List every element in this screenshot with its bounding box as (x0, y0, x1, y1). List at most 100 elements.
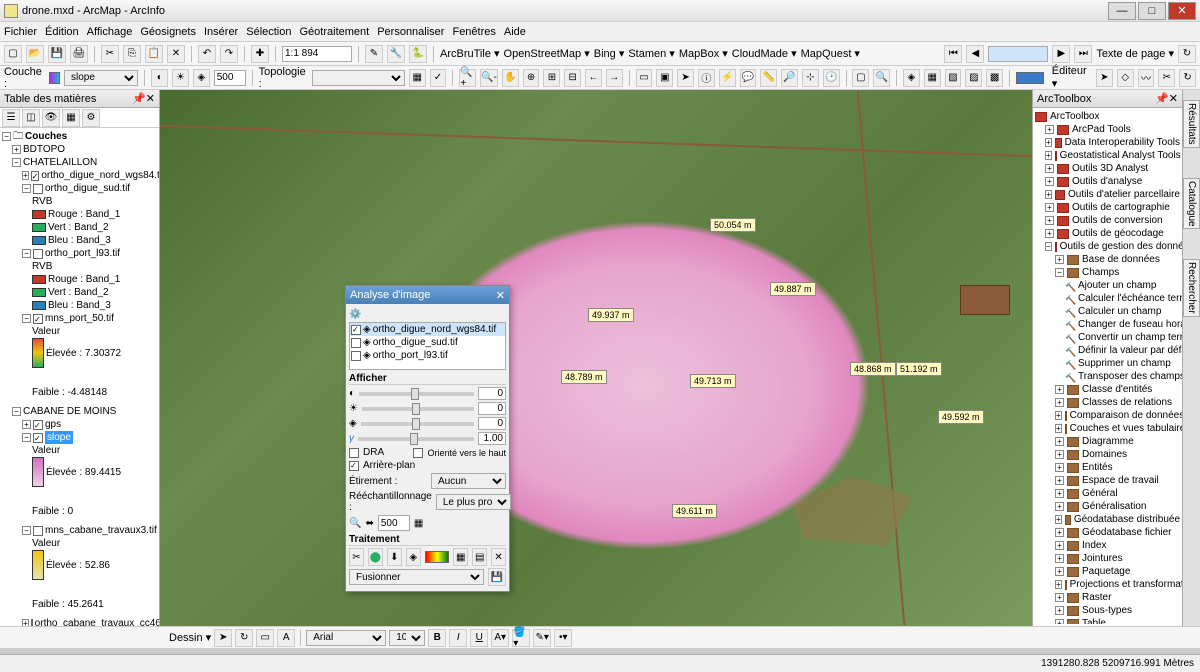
nav-last-icon[interactable]: ⏭ (1074, 45, 1092, 63)
difference-icon[interactable]: ◈ (406, 548, 421, 566)
georef-tool1-icon[interactable]: ◈ (903, 69, 920, 87)
layer-slope[interactable]: slope (45, 431, 73, 444)
toolset-item[interactable]: Raster (1082, 591, 1111, 604)
pointer-icon[interactable]: ➤ (677, 69, 694, 87)
node-base-donnees[interactable]: Base de données (1082, 253, 1160, 266)
toolset-item[interactable]: Table (1082, 617, 1106, 624)
arcbrutile-menu[interactable]: ArcBruTile ▾ (440, 47, 500, 60)
layer-mns-cabane[interactable]: mns_cabane_travaux3.tif (45, 524, 157, 537)
menu-aide[interactable]: Aide (504, 26, 526, 38)
toolset-item[interactable]: Couches et vues tabulaires (1070, 422, 1182, 435)
toc-list-by-selection-icon[interactable]: ▦ (62, 109, 80, 127)
layer-select[interactable]: slope (64, 70, 138, 86)
clip-icon[interactable]: ✂ (349, 548, 364, 566)
delete-icon[interactable]: ✕ (167, 45, 185, 63)
save-icon[interactable]: 💾 (48, 45, 66, 63)
toolset-item[interactable]: Comparaison de données (1070, 409, 1182, 422)
marker-color-icon[interactable]: •▾ (554, 629, 572, 647)
provider-cloudmade[interactable]: CloudMade ▾ (732, 47, 797, 60)
fontsize-select[interactable]: 10 (389, 630, 425, 646)
ia-item-2[interactable]: ortho_digue_sud.tif (373, 337, 458, 348)
tab-catalogue[interactable]: Catalogue (1183, 178, 1200, 230)
draw-pointer-icon[interactable]: ➤ (214, 629, 232, 647)
tab-resultats[interactable]: Résultats (1183, 100, 1200, 148)
font-color-icon[interactable]: A▾ (491, 629, 509, 647)
pan-icon[interactable]: ✋ (502, 69, 519, 87)
toolset-item[interactable]: Paquetage (1082, 565, 1130, 578)
close-button[interactable]: ✕ (1168, 2, 1196, 20)
group-chatelaillon[interactable]: CHATELAILLON (23, 156, 97, 169)
effects-size[interactable] (214, 70, 246, 86)
arriere-plan-checkbox[interactable]: Arrière-plan (363, 460, 415, 471)
group-bdtopo[interactable]: BDTOPO (23, 143, 65, 156)
toc-list-by-drawing-icon[interactable]: ☰ (2, 109, 20, 127)
tool-item[interactable]: Ajouter un champ (1078, 279, 1156, 292)
toolbox-node[interactable]: ArcPad Tools (1072, 123, 1131, 136)
magnifier-icon[interactable]: 🔍 (873, 69, 890, 87)
toolbox-icon[interactable]: 🔧 (387, 45, 405, 63)
toolset-item[interactable]: Entités (1082, 461, 1113, 474)
draw-rotate-icon[interactable]: ↻ (235, 629, 253, 647)
line-color-icon[interactable]: ✎▾ (533, 629, 551, 647)
transparency-icon[interactable]: ◈ (193, 69, 210, 87)
menu-affichage[interactable]: Affichage (87, 26, 133, 38)
georef-tool2-icon[interactable]: ▦ (924, 69, 941, 87)
hyperlink-icon[interactable]: ⚡ (719, 69, 736, 87)
cut-polygon-icon[interactable]: ✂ (1158, 69, 1175, 87)
toc-list-by-visibility-icon[interactable]: 👁 (42, 109, 60, 127)
tool-item[interactable]: Calculer l'échéance terrain (1078, 292, 1182, 305)
topologie-select[interactable] (312, 70, 405, 86)
toc-close-icon[interactable]: ✕ (146, 92, 155, 105)
copy-icon[interactable]: ⎘ (123, 45, 141, 63)
tool-item[interactable]: Convertir un champ terrain (1078, 331, 1182, 344)
layers-root[interactable]: Couches (25, 130, 67, 143)
fill-color-icon[interactable]: 🪣▾ (512, 629, 530, 647)
font-select[interactable]: Arial (306, 630, 386, 646)
clear-selection-icon[interactable]: ▣ (656, 69, 673, 87)
paste-icon[interactable]: 📋 (145, 45, 163, 63)
scale-input[interactable] (282, 46, 352, 62)
filter-icon[interactable]: ▤ (472, 548, 487, 566)
topology-validate-icon[interactable]: ✓ (430, 69, 447, 87)
ia-layer-list[interactable]: ◈ ortho_digue_nord_wgs84.tif ◈ ortho_dig… (349, 322, 506, 370)
identify-icon[interactable]: ⓘ (698, 69, 715, 87)
layer-ortho-digue-nord[interactable]: ortho_digue_nord_wgs84.tif (41, 169, 159, 182)
remove-icon[interactable]: ✕ (491, 548, 506, 566)
menu-selection[interactable]: Sélection (246, 26, 291, 38)
menu-geosignets[interactable]: Géosignets (140, 26, 196, 38)
tool-item[interactable]: Transposer des champs (1078, 370, 1182, 383)
group-cabane[interactable]: CABANE DE MOINS (23, 405, 116, 418)
add-data-icon[interactable]: ✚ (251, 45, 269, 63)
toolbox-node[interactable]: Outils d'atelier parcellaire (1068, 188, 1180, 201)
forward-extent-icon[interactable]: → (606, 69, 623, 87)
toolbox-close-icon[interactable]: ✕ (1169, 92, 1178, 105)
georef-tool4-icon[interactable]: ▨ (965, 69, 982, 87)
provider-bing[interactable]: Bing ▾ (594, 47, 625, 60)
image-analysis-panel[interactable]: Analyse d'image ✕ ⚙️ ◈ ortho_digue_nord_… (345, 285, 510, 592)
editor-toolbar-icon[interactable]: ✎ (365, 45, 383, 63)
menu-inserer[interactable]: Insérer (204, 26, 238, 38)
select-icon[interactable]: ▭ (636, 69, 653, 87)
zoom-raster-icon[interactable]: 🔍 (349, 518, 361, 529)
colormap-icon[interactable] (425, 551, 450, 563)
transparency-slider[interactable] (361, 422, 474, 426)
fixed-zoom-out-icon[interactable]: ⊟ (564, 69, 581, 87)
toolset-item[interactable]: Classe d'entités (1082, 383, 1152, 396)
toolset-item[interactable]: Diagramme (1082, 435, 1134, 448)
toolbox-node[interactable]: Outils de géocodage (1072, 227, 1164, 240)
layer-mns-port[interactable]: mns_port_50.tif (45, 312, 114, 325)
texte-page-menu[interactable]: Texte de page ▾ (1096, 47, 1174, 60)
nav-next-icon[interactable]: ▶ (1052, 45, 1070, 63)
full-extent-icon[interactable]: ⊕ (523, 69, 540, 87)
toolbox-node[interactable]: Outils d'analyse (1072, 175, 1142, 188)
mosaic-icon[interactable]: ▦ (453, 548, 468, 566)
georef-tool3-icon[interactable]: ▧ (945, 69, 962, 87)
gamma-slider[interactable] (358, 437, 474, 441)
toolbox-node[interactable]: Outils de cartographie (1072, 201, 1170, 214)
fill-color-swatch[interactable] (1016, 72, 1044, 84)
menu-geotraitement[interactable]: Géotraitement (300, 26, 370, 38)
toolbox-pin-icon[interactable]: 📌 (1155, 92, 1169, 105)
reshape-icon[interactable]: 〰 (1138, 69, 1155, 87)
contrast-value[interactable]: 0 (478, 387, 506, 400)
open-icon[interactable]: 📂 (26, 45, 44, 63)
